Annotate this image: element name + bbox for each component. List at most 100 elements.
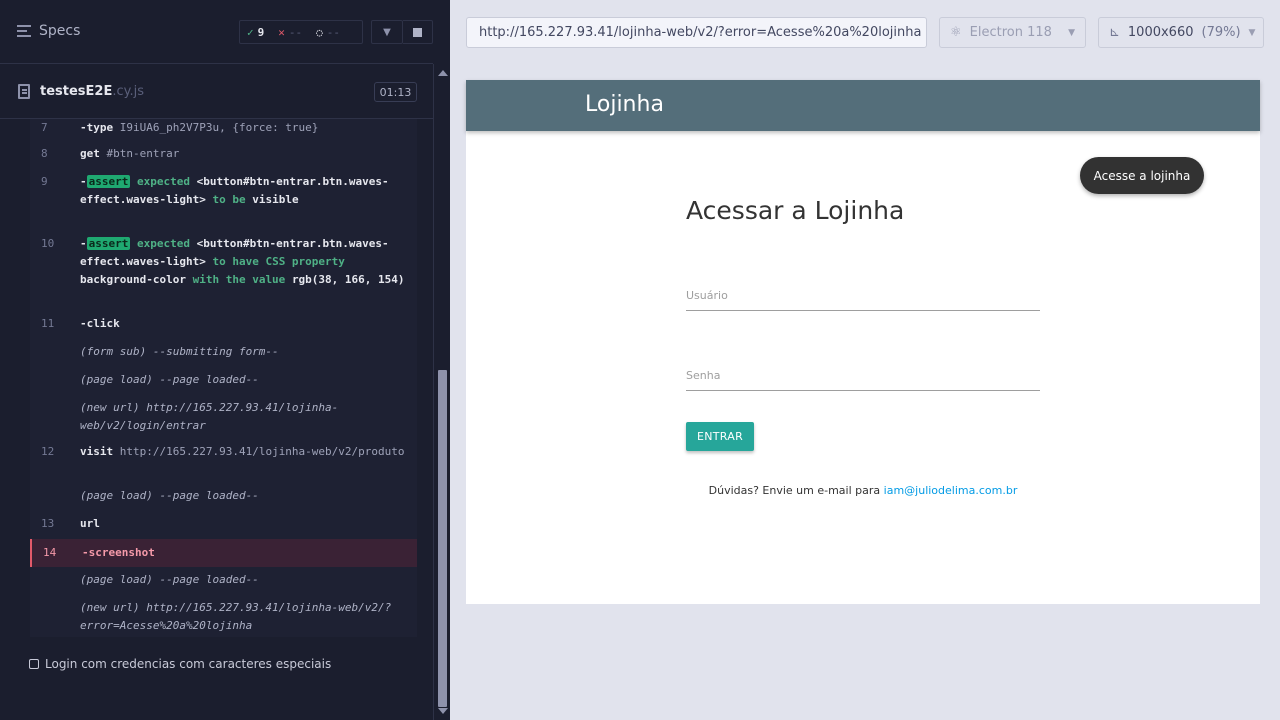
command-log-panel: Specs ✓ 9 ✕ -- ◌ -- ▼ testesE2E.cy.js 01:13… (0, 0, 450, 720)
command-row[interactable]: 12 visit http://165.227.93.41/lojinha-web… (30, 443, 417, 479)
reporter-header: Specs ✓ 9 ✕ -- ◌ -- ▼ (0, 0, 433, 64)
command-number: 10 (41, 237, 55, 250)
chevron-down-icon: ▼ (1248, 27, 1256, 38)
command-row[interactable]: (new url) http://165.227.93.41/lojinha-w… (30, 599, 417, 635)
command-row-error[interactable]: 14 -screenshot (30, 539, 417, 567)
command-number: 11 (41, 317, 55, 330)
scroll-down-icon[interactable] (438, 708, 448, 714)
viewport-selector[interactable]: ⊾ 1000x660 (79%) ▼ (1098, 17, 1264, 48)
spinner-icon: ◌ (316, 25, 323, 39)
command-row[interactable]: (page load) --page loaded-- (30, 487, 417, 505)
command-token: background-color (80, 273, 186, 286)
command-token: with the value (185, 273, 292, 286)
spec-file-name[interactable]: testesE2E.cy.js (40, 84, 144, 99)
stop-icon (413, 27, 422, 37)
command-token: (new url) http://165.227.93.41/lojinha-w… (80, 601, 392, 632)
password-input[interactable] (686, 369, 1040, 390)
login-button[interactable]: ENTRAR (686, 422, 754, 451)
command-row[interactable]: 10 - assert expected <button#btn-entrar.bt… (30, 235, 417, 307)
command-number: 13 (41, 517, 55, 530)
command-row[interactable]: 8 get #btn-entrar (30, 145, 417, 163)
command-text: - assert expected <button#btn-entrar.btn.… (80, 173, 405, 209)
command-number: 14 (43, 546, 57, 559)
command-token: assert (86, 237, 131, 250)
scroll-thumb[interactable] (438, 370, 447, 707)
command-row[interactable]: (page load) --page loaded-- (30, 371, 417, 389)
password-field (686, 364, 1040, 391)
command-text: (new url) http://165.227.93.41/lojinha-w… (80, 399, 405, 435)
command-token: http://165.227.93.41/lojinha-web/v2/prod… (113, 445, 405, 458)
command-number: 8 (41, 147, 48, 160)
specs-label: Specs (39, 23, 81, 39)
log-scrollbar[interactable] (433, 64, 450, 720)
electron-icon: ⚛ (950, 25, 962, 40)
command-text: (new url) http://165.227.93.41/lojinha-w… (80, 599, 405, 635)
command-text: - assert expected <button#btn-entrar.btn.… (80, 235, 405, 289)
command-text: -click (80, 315, 405, 333)
pending-stat: ◌ -- (309, 21, 347, 43)
scroll-up-icon[interactable] (438, 70, 448, 76)
command-text: -type I9iUA6_ph2V7P3u, {force: true} (80, 119, 405, 137)
spec-duration: 01:13 (374, 82, 417, 102)
spec-name-text: testesE2E (40, 84, 113, 99)
command-token: rgb(38, 166, 154) (291, 273, 405, 286)
command-number: 12 (41, 445, 55, 458)
command-row[interactable]: 11 -click (30, 315, 417, 333)
username-input[interactable] (686, 289, 1040, 310)
specs-button[interactable]: Specs (17, 23, 80, 39)
command-number: 9 (41, 175, 48, 188)
stop-button[interactable] (403, 20, 433, 44)
command-row[interactable]: 7 -type I9iUA6_ph2V7P3u, {force: true} (30, 119, 417, 137)
pending-count: -- (326, 25, 340, 39)
command-token: expected (130, 237, 197, 250)
command-token: expected (130, 175, 197, 188)
url-bar[interactable]: http://165.227.93.41/lojinha-web/v2/?err… (466, 17, 927, 48)
command-token: -type (80, 121, 114, 134)
brand-logo[interactable]: Lojinha (585, 92, 664, 117)
command-token: url (80, 517, 100, 530)
x-icon: ✕ (278, 25, 285, 39)
chevron-down-icon: ▼ (1068, 27, 1075, 38)
email-link[interactable]: iam@juliodelima.com.br (884, 484, 1018, 497)
checkbox-icon (29, 659, 39, 669)
failed-stat: ✕ -- (271, 21, 309, 43)
spec-ext: .cy.js (112, 84, 144, 99)
command-number: 7 (41, 121, 48, 134)
failed-count: -- (288, 25, 303, 39)
ruler-icon: ⊾ (1109, 25, 1120, 40)
passed-stat: ✓ 9 (240, 21, 271, 43)
viewport-size: 1000x660 (1127, 25, 1194, 40)
command-log: 7 -type I9iUA6_ph2V7P3u, {force: true} 8 ge… (30, 119, 417, 637)
command-text: (form sub) --submitting form-- (80, 343, 405, 361)
command-text: url (80, 515, 405, 533)
test-title[interactable]: Login com credencias com caracteres espe… (29, 657, 331, 671)
toast-message: Acesse a lojinha (1080, 157, 1204, 194)
passed-count: 9 (257, 25, 265, 39)
command-text: (page load) --page loaded-- (80, 371, 405, 389)
browser-selector[interactable]: ⚛ Electron 118 ▼ (939, 17, 1086, 48)
command-row[interactable]: (new url) http://165.227.93.41/lojinha-w… (30, 399, 417, 435)
command-text: (page load) --page loaded-- (80, 487, 405, 505)
command-token: visible (252, 193, 299, 206)
collapse-button[interactable]: ▼ (371, 20, 403, 44)
command-token: to have CSS property (205, 255, 345, 268)
command-token: visit (80, 445, 114, 458)
app-under-test: Lojinha Acesse a lojinha Acessar a Lojin… (466, 80, 1260, 604)
command-token: (page load) --page loaded-- (80, 573, 259, 586)
command-token: (form sub) --submitting form-- (80, 345, 279, 358)
navbar: Lojinha (466, 80, 1260, 131)
command-row[interactable]: (form sub) --submitting form-- (30, 343, 417, 361)
command-row[interactable]: (page load) --page loaded-- (30, 571, 417, 589)
command-token: #btn-entrar (99, 147, 180, 160)
command-row[interactable]: 13 url (30, 515, 417, 533)
username-field (686, 284, 1040, 311)
command-token: assert (86, 175, 131, 188)
command-token: -screenshot (82, 546, 155, 559)
check-icon: ✓ (247, 25, 254, 39)
command-token: - (80, 175, 87, 188)
command-row[interactable]: 9 - assert expected <button#btn-entrar.btn… (30, 173, 417, 227)
command-text: visit http://165.227.93.41/lojinha-web/v… (80, 443, 405, 461)
command-token: (page load) --page loaded-- (80, 373, 259, 386)
command-text: get #btn-entrar (80, 145, 405, 163)
command-token: get (80, 147, 100, 160)
